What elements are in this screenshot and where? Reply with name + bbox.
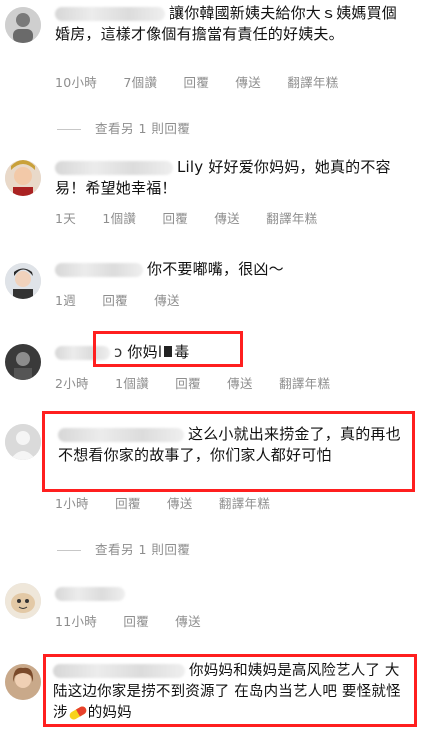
avatar[interactable] xyxy=(5,424,41,460)
reply-button[interactable]: 回覆 xyxy=(175,376,201,391)
highlight-box xyxy=(43,654,417,727)
highlight-box xyxy=(93,331,243,367)
translate-button[interactable]: 翻譯年糕 xyxy=(266,211,317,226)
comment-meta: 11小時 回覆 傳送 xyxy=(55,611,223,630)
reply-button[interactable]: 回覆 xyxy=(102,293,128,308)
timestamp: 1天 xyxy=(55,211,77,226)
comment-text: 讓你韓國新姨夫給你大ｓ姨媽買個婚房，這樣才像個有擔當有責任的好姨夫。 xyxy=(55,4,398,43)
avatar[interactable] xyxy=(5,344,41,380)
timestamp: 1小時 xyxy=(55,496,89,511)
send-button[interactable]: 傳送 xyxy=(227,376,253,391)
comment-text: Lily 好好爱你妈妈，她真的不容易！希望她幸福！ xyxy=(55,158,391,197)
reply-button[interactable]: 回覆 xyxy=(162,211,188,226)
timestamp: 1週 xyxy=(55,293,77,308)
avatar[interactable] xyxy=(5,583,41,619)
divider-line xyxy=(57,550,81,551)
reply-button[interactable]: 回覆 xyxy=(184,75,210,90)
avatar[interactable] xyxy=(5,160,41,196)
view-more-replies[interactable]: 查看另 1 則回覆 xyxy=(57,539,190,558)
translate-button[interactable]: 翻譯年糕 xyxy=(279,376,330,391)
comment-text: 你不要嘟嘴，很凶～ xyxy=(55,259,409,280)
timestamp: 11小時 xyxy=(55,614,98,629)
send-button[interactable]: 傳送 xyxy=(154,293,180,308)
comment-text xyxy=(55,583,409,604)
reply-button[interactable]: 回覆 xyxy=(115,496,141,511)
send-button[interactable]: 傳送 xyxy=(175,614,201,629)
like-count[interactable]: 1個讚 xyxy=(115,376,149,391)
like-count[interactable]: 1個讚 xyxy=(102,211,136,226)
highlight-box xyxy=(42,411,415,492)
like-count[interactable]: 7個讚 xyxy=(123,75,157,90)
avatar[interactable] xyxy=(5,7,41,43)
send-button[interactable]: 傳送 xyxy=(167,496,193,511)
translate-button[interactable]: 翻譯年糕 xyxy=(219,496,270,511)
comment-meta: 1週 回覆 傳送 xyxy=(55,290,202,309)
send-button[interactable]: 傳送 xyxy=(235,75,261,90)
comment-meta: 2小時 1個讚 回覆 傳送 翻譯年糕 xyxy=(55,373,352,392)
avatar[interactable] xyxy=(5,263,41,299)
comment-meta: 1小時 回覆 傳送 翻譯年糕 xyxy=(55,493,292,512)
translate-button[interactable]: 翻譯年糕 xyxy=(287,75,338,90)
comment-meta: 10小時 7個讚 回覆 傳送 翻譯年糕 xyxy=(55,72,361,91)
comment-meta: 1天 1個讚 回覆 傳送 翻譯年糕 xyxy=(55,208,339,227)
timestamp: 10小時 xyxy=(55,75,98,90)
view-more-replies[interactable]: 查看另 1 則回覆 xyxy=(57,118,190,137)
send-button[interactable]: 傳送 xyxy=(214,211,240,226)
timestamp: 2小時 xyxy=(55,376,89,391)
reply-button[interactable]: 回覆 xyxy=(123,614,149,629)
divider-line xyxy=(57,129,81,130)
avatar[interactable] xyxy=(5,664,41,700)
